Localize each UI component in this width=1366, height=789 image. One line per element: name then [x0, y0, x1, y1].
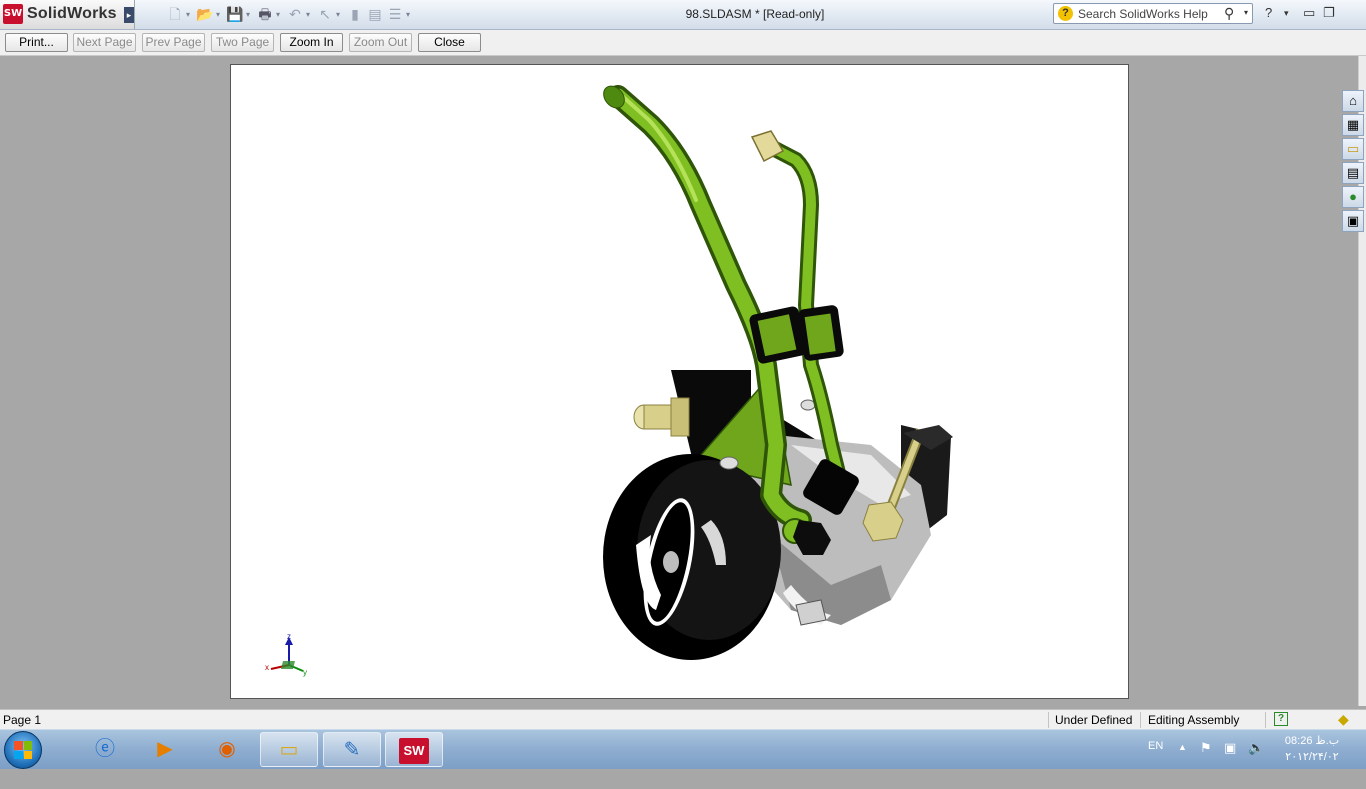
- undo-icon[interactable]: ↶: [286, 5, 304, 23]
- show-hidden-icons-icon[interactable]: ▲: [1178, 742, 1187, 781]
- solidworks-resources-icon[interactable]: ⌂: [1342, 90, 1364, 112]
- save-icon[interactable]: 💾: [226, 5, 244, 23]
- file-explorer-icon[interactable]: ▭: [1342, 138, 1364, 160]
- print-preview-toolbar: Print... Next Page Prev Page Two Page Zo…: [0, 30, 1366, 56]
- page-indicator: Page 1: [3, 713, 42, 727]
- rebuild-status-icon[interactable]: ◆: [1338, 711, 1349, 728]
- help-dropdown-icon[interactable]: ▾: [1284, 8, 1289, 19]
- view-palette-icon[interactable]: ▤: [1342, 162, 1364, 184]
- help-question-icon[interactable]: ?: [1058, 6, 1073, 21]
- undo-dropdown-icon[interactable]: ▾: [306, 10, 314, 19]
- help-search-input[interactable]: [1078, 5, 1223, 22]
- solidworks-taskbar-button[interactable]: SW: [385, 732, 443, 767]
- minimize-button[interactable]: ▭: [1303, 5, 1315, 21]
- windows-logo-icon: [14, 741, 32, 759]
- preview-page: z x y: [230, 64, 1129, 699]
- orientation-triad: [270, 637, 304, 672]
- triad-y-label: y: [303, 668, 307, 677]
- action-center-icon[interactable]: ⚑: [1200, 740, 1212, 779]
- internet-explorer-icon[interactable]: ⓔ: [76, 732, 134, 767]
- restore-button[interactable]: ❐: [1323, 5, 1335, 21]
- language-indicator[interactable]: EN: [1148, 740, 1163, 779]
- editing-mode-status: Editing Assembly: [1148, 713, 1240, 727]
- status-bar: Page 1 Under Defined Editing Assembly ? …: [0, 709, 1366, 730]
- clock-date[interactable]: ۲۰۱۲/۲۴/۰۲: [1280, 750, 1344, 789]
- network-icon[interactable]: ▣: [1224, 740, 1236, 779]
- solidworks-logo-badge: SW: [3, 4, 23, 24]
- options-dropdown-icon[interactable]: ▾: [406, 10, 414, 19]
- zoom-in-button[interactable]: Zoom In: [280, 33, 343, 52]
- open-icon[interactable]: 📂: [196, 5, 214, 23]
- help-status-icon[interactable]: ?: [1274, 712, 1288, 726]
- definition-status: Under Defined: [1055, 713, 1133, 727]
- file-properties-icon[interactable]: ▤: [366, 5, 384, 23]
- help-button[interactable]: ?: [1265, 5, 1272, 20]
- zoom-out-button[interactable]: Zoom Out: [349, 33, 412, 52]
- print-dropdown-icon[interactable]: ▾: [276, 10, 284, 19]
- assembly-model-image: [270, 85, 953, 672]
- quick-access-toolbar: 🗋 ▾ 📂 ▾ 💾 ▾ 🖶 ▾ ↶ ▾ ↖ ▾ ▮ ▤ ☰ ▾: [166, 5, 414, 23]
- title-bar: SW SolidWorks ▸ 🗋 ▾ 📂 ▾ 💾 ▾ 🖶 ▾ ↶ ▾ ↖ ▾ ▮ ▤ ☰ ▾…: [0, 0, 1366, 30]
- triad-x-label: x: [265, 663, 269, 672]
- two-page-button[interactable]: Two Page: [211, 33, 274, 52]
- triad-z-label: z: [287, 632, 291, 641]
- appearances-icon[interactable]: ●: [1342, 186, 1364, 208]
- options-icon[interactable]: ☰: [386, 5, 404, 23]
- next-page-button[interactable]: Next Page: [73, 33, 136, 52]
- windows-taskbar: ⓔ ▶ ◉ ▭ ✎ SW EN ▲ ⚑ ▣ 🔈 08:26 ب.ظ ۲۰۱۲/۲…: [0, 729, 1366, 769]
- print-button[interactable]: Print...: [5, 33, 68, 52]
- open-dropdown-icon[interactable]: ▾: [216, 10, 224, 19]
- select-icon[interactable]: ↖: [316, 5, 334, 23]
- solidworks-icon: SW: [399, 737, 429, 764]
- help-search-box[interactable]: ? ⚲ ▾: [1053, 3, 1253, 24]
- prev-page-button[interactable]: Prev Page: [142, 33, 205, 52]
- media-player-icon[interactable]: ▶: [136, 732, 194, 767]
- print-icon[interactable]: 🖶: [256, 5, 274, 23]
- select-dropdown-icon[interactable]: ▾: [336, 10, 344, 19]
- paint-icon[interactable]: ✎: [323, 732, 381, 767]
- print-preview-area: z x y: [0, 56, 1358, 706]
- search-icon[interactable]: ⚲: [1224, 5, 1234, 22]
- volume-icon[interactable]: 🔈: [1248, 740, 1264, 779]
- design-library-icon[interactable]: ▦: [1342, 114, 1364, 136]
- document-title: 98.SLDASM * [Read-only]: [685, 7, 825, 21]
- new-dropdown-icon[interactable]: ▾: [186, 10, 194, 19]
- file-explorer-icon[interactable]: ▭: [260, 732, 318, 767]
- new-icon[interactable]: 🗋: [166, 5, 184, 23]
- save-dropdown-icon[interactable]: ▾: [246, 10, 254, 19]
- solidworks-logo-text: SolidWorks: [27, 5, 117, 22]
- menu-flyout-icon[interactable]: ▸: [124, 7, 134, 23]
- task-pane-tabs: ⌂ ▦ ▭ ▤ ● ▣: [1342, 90, 1366, 234]
- search-dropdown-icon[interactable]: ▾: [1244, 8, 1248, 17]
- custom-properties-icon[interactable]: ▣: [1342, 210, 1364, 232]
- firefox-icon[interactable]: ◉: [198, 732, 256, 767]
- close-button[interactable]: Close: [418, 33, 481, 52]
- start-button[interactable]: [4, 731, 42, 769]
- solidworks-logo[interactable]: SW SolidWorks ▸: [0, 0, 135, 29]
- rebuild-icon[interactable]: ▮: [346, 5, 364, 23]
